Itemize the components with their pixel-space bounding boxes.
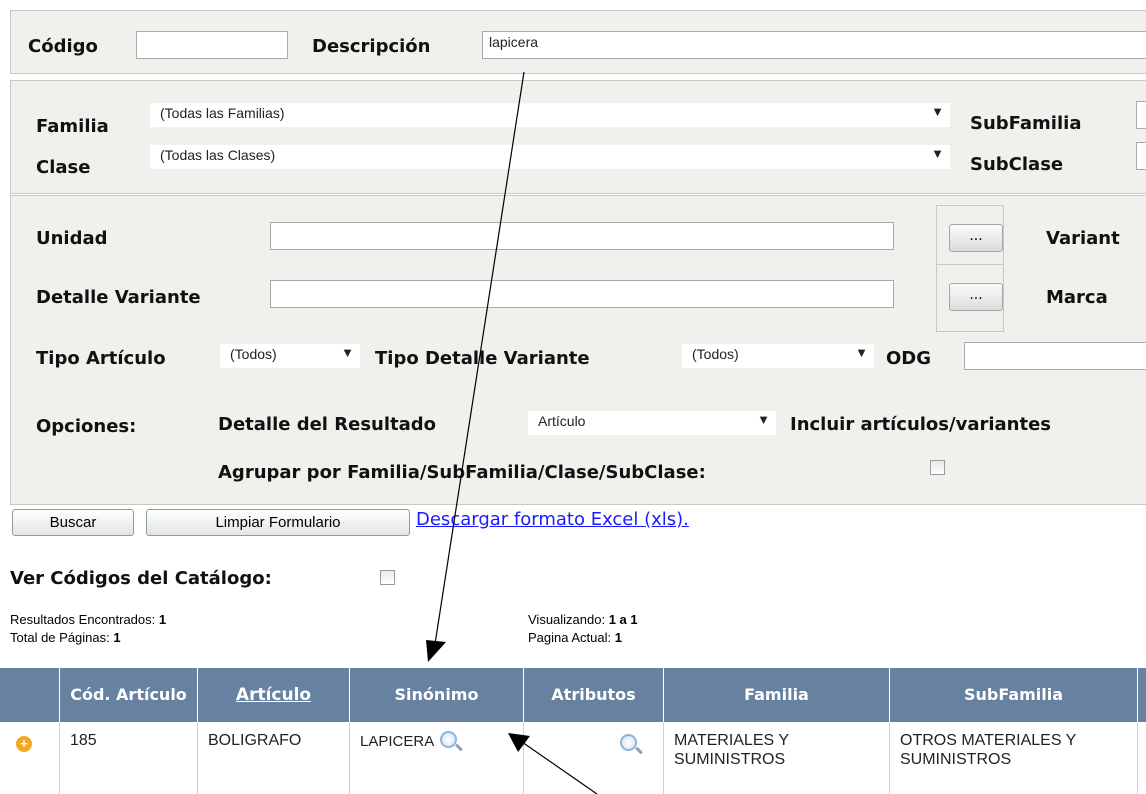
- detalle-variante-input[interactable]: [270, 280, 894, 308]
- cell-sinonimo: LAPICERA: [350, 722, 524, 794]
- tipo-articulo-select[interactable]: (Todos) ▼: [220, 344, 360, 368]
- variante-label: Variant: [1046, 228, 1120, 249]
- cell-atributos: [524, 722, 664, 794]
- subfamilia-select[interactable]: [1136, 101, 1146, 129]
- cell-familia: MATERIALES Y SUMINISTROS: [664, 722, 890, 794]
- buscar-button[interactable]: Buscar: [12, 509, 134, 536]
- codigo-input[interactable]: [136, 31, 288, 59]
- resultados-encontrados: Resultados Encontrados: 1: [10, 612, 167, 627]
- detalle-variante-label: Detalle Variante: [36, 287, 201, 308]
- subclase-select[interactable]: [1136, 142, 1146, 170]
- unidad-browse-button[interactable]: ...: [949, 224, 1003, 252]
- magnifier-icon[interactable]: [440, 731, 458, 748]
- tipo-articulo-value: (Todos): [230, 346, 277, 362]
- visualizando: Visualizando: 1 a 1: [528, 612, 638, 627]
- detalle-resultado-select[interactable]: Artículo ▼: [528, 411, 776, 435]
- familia-select-value: (Todas las Familias): [160, 105, 285, 121]
- excel-download-link[interactable]: Descargar formato Excel (xls).: [416, 509, 689, 530]
- col-header-sinonimo[interactable]: Sinónimo: [350, 668, 524, 722]
- marca-label: Marca: [1046, 287, 1108, 308]
- tipo-articulo-label: Tipo Artículo: [36, 348, 166, 369]
- ver-codigos-label: Ver Códigos del Catálogo:: [10, 568, 272, 589]
- ver-codigos-checkbox[interactable]: [380, 570, 395, 585]
- incluir-label: Incluir artículos/variantes: [790, 414, 1051, 435]
- detalle-variante-browse-button[interactable]: ...: [949, 283, 1003, 311]
- detalle-resultado-label: Detalle del Resultado: [218, 414, 437, 435]
- chevron-down-icon: ▼: [931, 146, 944, 161]
- expand-cell: +: [0, 722, 60, 794]
- descripcion-input[interactable]: lapicera: [482, 31, 1146, 59]
- subfamilia-label: SubFamilia: [970, 113, 1082, 134]
- col-header-articulo[interactable]: Artículo: [198, 668, 350, 722]
- tipo-detalle-label: Tipo Detalle Variante: [375, 348, 590, 369]
- subclase-label: SubClase: [970, 154, 1064, 175]
- opciones-label: Opciones:: [36, 416, 137, 437]
- expand-column-header: [0, 668, 60, 722]
- cell-articulo: BOLIGRAFO: [198, 722, 350, 794]
- limpiar-formulario-button[interactable]: Limpiar Formulario: [146, 509, 410, 536]
- codigo-label: Código: [28, 36, 98, 57]
- odg-label: ODG: [886, 348, 932, 369]
- classification-panel: [10, 80, 1146, 194]
- cell-subfamilia: OTROS MATERIALES Y SUMINISTROS: [890, 722, 1138, 794]
- chevron-down-icon: ▼: [931, 104, 944, 119]
- col-header-familia[interactable]: Familia: [664, 668, 890, 722]
- familia-label: Familia: [36, 116, 109, 137]
- magnifier-icon[interactable]: [620, 734, 637, 751]
- col-header-subfamilia[interactable]: SubFamilia: [890, 668, 1138, 722]
- col-header-extra: [1138, 668, 1146, 722]
- col-header-articulo-link[interactable]: Artículo: [236, 686, 311, 704]
- chevron-down-icon: ▼: [341, 345, 354, 360]
- familia-select[interactable]: (Todas las Familias) ▼: [150, 103, 950, 127]
- tipo-detalle-value: (Todos): [692, 346, 739, 362]
- tipo-detalle-select[interactable]: (Todos) ▼: [682, 344, 874, 368]
- agrupar-label: Agrupar por Familia/SubFamilia/Clase/Sub…: [218, 462, 706, 483]
- clase-select[interactable]: (Todas las Clases) ▼: [150, 145, 950, 169]
- odg-input[interactable]: [964, 342, 1146, 370]
- sinonimo-value: LAPICERA: [360, 733, 435, 750]
- chevron-down-icon: ▼: [855, 345, 868, 360]
- clase-label: Clase: [36, 157, 91, 178]
- detalle-resultado-value: Artículo: [538, 413, 586, 429]
- expand-icon[interactable]: +: [16, 736, 32, 752]
- col-header-cod-articulo[interactable]: Cód. Artículo: [60, 668, 198, 722]
- unidad-label: Unidad: [36, 228, 108, 249]
- pagina-actual: Pagina Actual: 1: [528, 630, 622, 645]
- descripcion-label: Descripción: [312, 36, 431, 57]
- agrupar-checkbox[interactable]: [930, 460, 945, 475]
- unidad-input[interactable]: [270, 222, 894, 250]
- total-paginas: Total de Páginas: 1: [10, 630, 121, 645]
- col-header-atributos[interactable]: Atributos: [524, 668, 664, 722]
- cell-codigo: 185: [60, 722, 198, 794]
- chevron-down-icon: ▼: [757, 412, 770, 427]
- clase-select-value: (Todas las Clases): [160, 147, 276, 163]
- annotation-arrowhead-1: [426, 640, 446, 662]
